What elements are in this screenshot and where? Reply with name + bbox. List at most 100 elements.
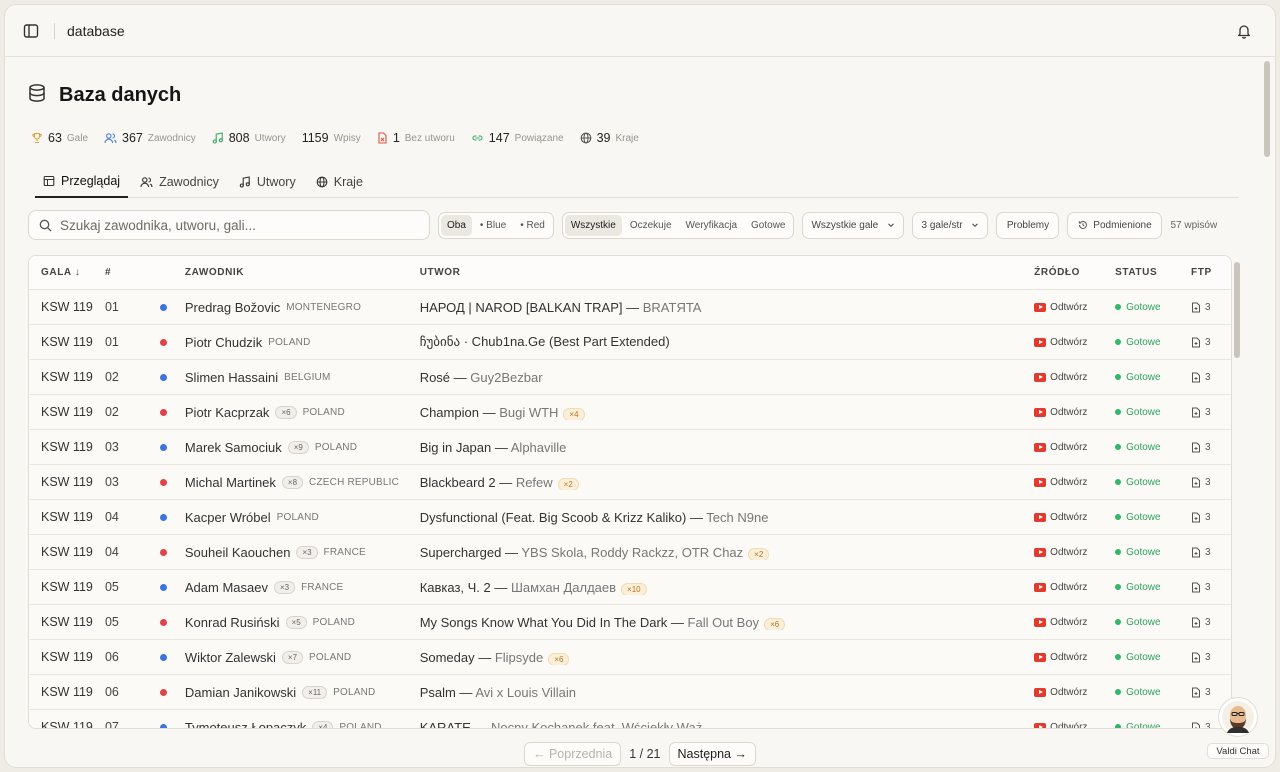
track-cell[interactable]: My Songs Know What You Did In The Dark —… bbox=[420, 615, 1034, 630]
ftp-cell[interactable]: 3 bbox=[1191, 687, 1231, 698]
track-cell[interactable]: KARATE — Nocny Kochanek feat. Wściekły W… bbox=[420, 720, 1034, 729]
play-source-link[interactable]: Odtwórz bbox=[1034, 407, 1115, 418]
ftp-cell[interactable]: 3 bbox=[1191, 617, 1231, 628]
status-option[interactable]: Gotowe bbox=[745, 215, 791, 236]
track-cell[interactable]: Dysfunctional (Feat. Big Scoob & Krizz K… bbox=[420, 510, 1034, 525]
play-source-link[interactable]: Odtwórz bbox=[1034, 652, 1115, 663]
table-row[interactable]: KSW 119 05 Adam Masaev ×3 FRANCE Кавказ, Ч. 2… bbox=[29, 570, 1231, 605]
ftp-cell[interactable]: 3 bbox=[1191, 582, 1231, 593]
fighter-name[interactable]: Slimen Hassaini bbox=[185, 370, 278, 385]
bell-icon[interactable] bbox=[1233, 20, 1255, 42]
fighter-name[interactable]: Konrad Rusiński bbox=[185, 615, 280, 630]
table-row[interactable]: KSW 119 04 Kacper Wróbel POLAND Dysfunctiona… bbox=[29, 500, 1231, 535]
track-cell[interactable]: Psalm — Avi x Louis Villain bbox=[420, 685, 1034, 700]
status-option[interactable]: Weryfikacja bbox=[680, 215, 744, 236]
track-cell[interactable]: Champion — Bugi WTH ×4 bbox=[420, 405, 1034, 420]
fighter-name[interactable]: Predrag Božovic bbox=[185, 300, 280, 315]
fighter-cell[interactable]: Piotr Chudzik POLAND bbox=[185, 335, 420, 350]
fighter-cell[interactable]: Wiktor Zalewski ×7 POLAND bbox=[185, 650, 420, 665]
fighter-cell[interactable]: Damian Janikowski ×11 POLAND bbox=[185, 685, 420, 700]
fighter-name[interactable]: Wiktor Zalewski bbox=[185, 650, 276, 665]
fighter-cell[interactable]: Predrag Božovic MONTENEGRO bbox=[185, 300, 420, 315]
fighter-name[interactable]: Piotr Chudzik bbox=[185, 335, 262, 350]
fighter-cell[interactable]: Michal Martinek ×8 CZECH REPUBLIC bbox=[185, 475, 420, 490]
corner-option[interactable]: • Red bbox=[514, 215, 551, 236]
ftp-cell[interactable]: 3 bbox=[1191, 337, 1231, 348]
ftp-cell[interactable]: 3 bbox=[1191, 512, 1231, 523]
table-row[interactable]: KSW 119 01 Piotr Chudzik POLAND ჩუბინა · Chu… bbox=[29, 325, 1231, 360]
table-row[interactable]: KSW 119 01 Predrag Božovic MONTENEGRO НАРОД … bbox=[29, 290, 1231, 325]
tab-kraje[interactable]: Kraje bbox=[308, 165, 371, 198]
fighter-cell[interactable]: Slimen Hassaini BELGIUM bbox=[185, 370, 420, 385]
search-box[interactable] bbox=[28, 210, 430, 240]
fighter-cell[interactable]: Souheil Kaouchen ×3 FRANCE bbox=[185, 545, 420, 560]
track-cell[interactable]: НАРОД | NAROD [BALKAN TRAP] — BRATЯTA bbox=[420, 300, 1034, 315]
problems-button[interactable]: Problemy bbox=[996, 211, 1060, 239]
ftp-cell[interactable]: 3 bbox=[1191, 652, 1231, 663]
play-source-link[interactable]: Odtwórz bbox=[1034, 442, 1115, 453]
play-source-link[interactable]: Odtwórz bbox=[1034, 582, 1115, 593]
ftp-cell[interactable]: 3 bbox=[1191, 302, 1231, 313]
play-source-link[interactable]: Odtwórz bbox=[1034, 722, 1115, 728]
play-source-link[interactable]: Odtwórz bbox=[1034, 512, 1115, 523]
tab-zawodnicy[interactable]: Zawodnicy bbox=[132, 165, 227, 198]
tab-utwory[interactable]: Utwory bbox=[231, 165, 304, 198]
table-row[interactable]: KSW 119 02 Slimen Hassaini BELGIUM Rosé — Gu… bbox=[29, 360, 1231, 395]
play-source-link[interactable]: Odtwórz bbox=[1034, 477, 1115, 488]
play-source-link[interactable]: Odtwórz bbox=[1034, 687, 1115, 698]
fighter-cell[interactable]: Piotr Kacprzak ×6 POLAND bbox=[185, 405, 420, 420]
per-page-select[interactable]: 3 gale/str bbox=[912, 211, 989, 239]
fighter-name[interactable]: Souheil Kaouchen bbox=[185, 545, 291, 560]
play-source-link[interactable]: Odtwórz bbox=[1034, 337, 1115, 348]
page-scrollbar[interactable] bbox=[1263, 59, 1271, 765]
track-cell[interactable]: Кавказ, Ч. 2 — Шамхан Далдаев ×10 bbox=[420, 580, 1034, 595]
play-source-link[interactable]: Odtwórz bbox=[1034, 372, 1115, 383]
fighter-name[interactable]: Michal Martinek bbox=[185, 475, 276, 490]
fighter-name[interactable]: Piotr Kacprzak bbox=[185, 405, 270, 420]
ftp-cell[interactable]: 3 bbox=[1191, 547, 1231, 558]
table-scrollbar[interactable] bbox=[1234, 262, 1240, 358]
table-row[interactable]: KSW 119 04 Souheil Kaouchen ×3 FRANCE Superch… bbox=[29, 535, 1231, 570]
table-row[interactable]: KSW 119 06 Damian Janikowski ×11 POLAND Psalm… bbox=[29, 675, 1231, 710]
play-source-link[interactable]: Odtwórz bbox=[1034, 547, 1115, 558]
track-cell[interactable]: Big in Japan — Alphaville bbox=[420, 440, 1034, 455]
sidebar-toggle-icon[interactable] bbox=[19, 19, 43, 43]
fighter-name[interactable]: Adam Masaev bbox=[185, 580, 268, 595]
fighter-name[interactable]: Marek Samociuk bbox=[185, 440, 282, 455]
track-cell[interactable]: Blackbeard 2 — Refew ×2 bbox=[420, 475, 1034, 490]
status-option[interactable]: Wszystkie bbox=[564, 214, 622, 236]
replaced-button[interactable]: Podmienione bbox=[1067, 211, 1163, 239]
search-input[interactable] bbox=[60, 217, 410, 233]
table-row[interactable]: KSW 119 07 Tymoteusz Łopaczyk ×4 POLAND KARAT… bbox=[29, 710, 1231, 729]
track-cell[interactable]: Supercharged — YBS Skola, Roddy Rackzz, … bbox=[420, 545, 1034, 560]
fighter-cell[interactable]: Marek Samociuk ×9 POLAND bbox=[185, 440, 420, 455]
play-source-link[interactable]: Odtwórz bbox=[1034, 302, 1115, 313]
ftp-cell[interactable]: 3 bbox=[1191, 372, 1231, 383]
ftp-cell[interactable]: 3 bbox=[1191, 477, 1231, 488]
table-row[interactable]: KSW 119 02 Piotr Kacprzak ×6 POLAND Champion … bbox=[29, 395, 1231, 430]
table-row[interactable]: KSW 119 05 Konrad Rusiński ×5 POLAND My Songs… bbox=[29, 605, 1231, 640]
corner-option[interactable]: Oba bbox=[441, 214, 472, 236]
corner-option[interactable]: • Blue bbox=[474, 215, 512, 236]
chat-label[interactable]: Valdi Chat bbox=[1207, 743, 1269, 759]
play-source-link[interactable]: Odtwórz bbox=[1034, 617, 1115, 628]
fighter-name[interactable]: Damian Janikowski bbox=[185, 685, 296, 700]
table-row[interactable]: KSW 119 03 Marek Samociuk ×9 POLAND Big in Ja… bbox=[29, 430, 1231, 465]
gala-select[interactable]: Wszystkie gale bbox=[802, 211, 905, 239]
next-page-button[interactable]: Następna → bbox=[668, 742, 756, 766]
table-row[interactable]: KSW 119 06 Wiktor Zalewski ×7 POLAND Someday … bbox=[29, 640, 1231, 675]
fighter-cell[interactable]: Adam Masaev ×3 FRANCE bbox=[185, 580, 420, 595]
track-cell[interactable]: Someday — Flipsyde ×6 bbox=[420, 650, 1034, 665]
fighter-cell[interactable]: Kacper Wróbel POLAND bbox=[185, 510, 420, 525]
fighter-name[interactable]: Tymoteusz Łopaczyk bbox=[185, 720, 306, 729]
track-cell[interactable]: Rosé — Guy2Bezbar bbox=[420, 370, 1034, 385]
ftp-cell[interactable]: 3 bbox=[1191, 407, 1231, 418]
fighter-cell[interactable]: Tymoteusz Łopaczyk ×4 POLAND bbox=[185, 720, 420, 729]
status-option[interactable]: Oczekuje bbox=[624, 215, 678, 236]
col-gala[interactable]: GALA ↓ bbox=[29, 267, 105, 278]
fighter-cell[interactable]: Konrad Rusiński ×5 POLAND bbox=[185, 615, 420, 630]
table-row[interactable]: KSW 119 03 Michal Martinek ×8 CZECH REPUBLIC… bbox=[29, 465, 1231, 500]
tab-przeglądaj[interactable]: Przeglądaj bbox=[35, 165, 129, 198]
prev-page-button[interactable]: ← Poprzednia bbox=[524, 742, 622, 766]
track-cell[interactable]: ჩუბინა · Chub1na.Ge (Best Part Extended) bbox=[420, 334, 1034, 350]
